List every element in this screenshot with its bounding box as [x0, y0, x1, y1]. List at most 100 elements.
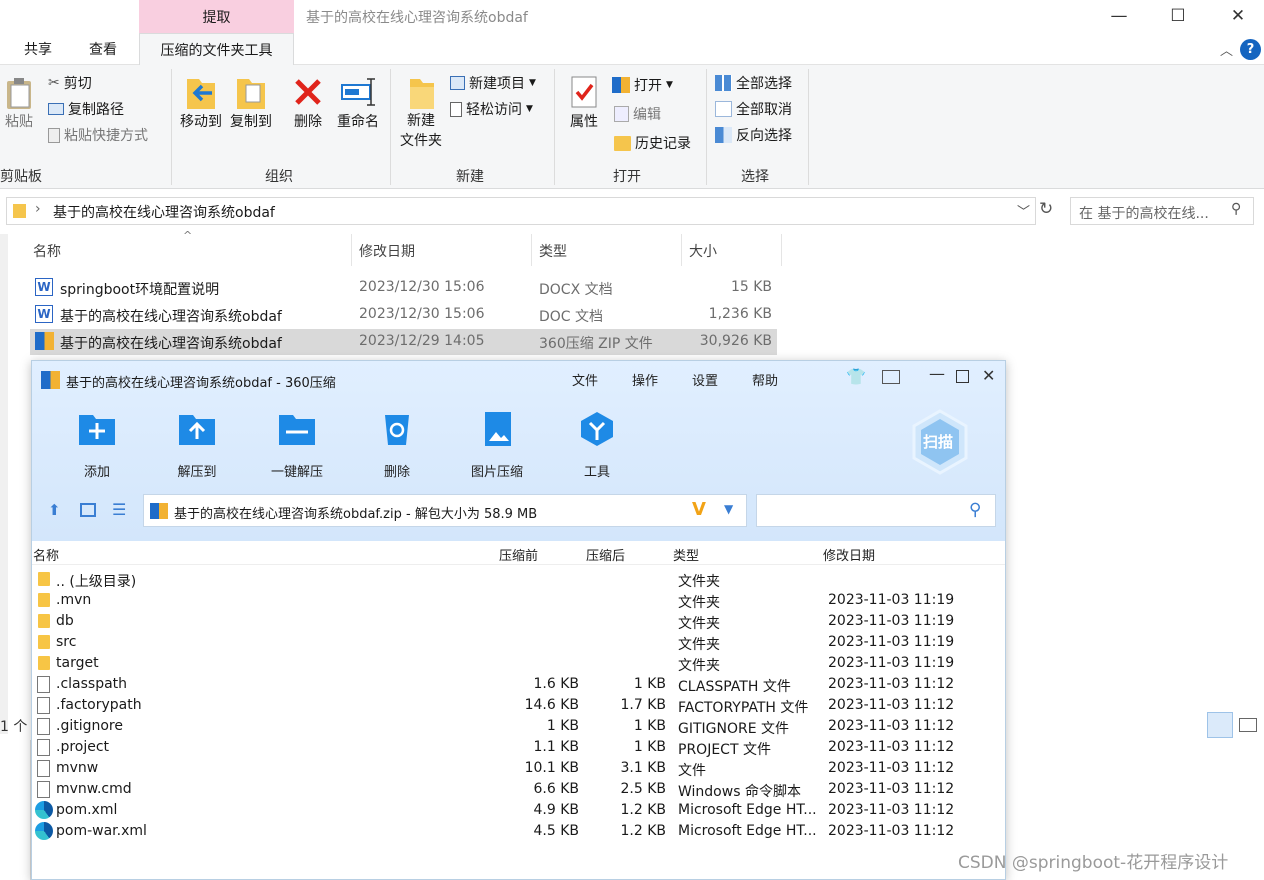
select-all-label: 全部选择	[736, 76, 792, 92]
zip-list-row[interactable]: db 文件夹 2023-11-03 11:19	[32, 611, 992, 632]
scan-button[interactable]: 扫描	[910, 409, 970, 475]
ribbon-tabs: 共享 查看 压缩的文件夹工具 ︿	[0, 33, 1264, 66]
menu-operation[interactable]: 操作	[632, 370, 658, 389]
rename-button[interactable]: 重命名	[333, 73, 383, 131]
zip-search-input[interactable]: ⚲	[756, 494, 996, 527]
column-header-name[interactable]: 名称	[33, 241, 61, 261]
zip-maximize-button[interactable]	[956, 370, 969, 383]
path-dropdown-icon[interactable]: ▼	[724, 502, 733, 516]
zip-column-after[interactable]: 压缩后	[586, 545, 625, 564]
copy-to-button[interactable]: 复制到	[226, 73, 276, 131]
zip-row-name: db	[56, 613, 74, 629]
breadcrumb[interactable]: 基于的高校在线心理咨询系统obdaf	[53, 202, 275, 222]
menu-settings[interactable]: 设置	[692, 370, 718, 389]
thumbnail-view-icon[interactable]	[80, 503, 96, 517]
add-button[interactable]: 添加	[62, 411, 132, 480]
column-divider[interactable]	[781, 234, 782, 266]
column-divider[interactable]	[681, 234, 682, 266]
zip-row-name: .gitignore	[56, 718, 123, 734]
menu-file[interactable]: 文件	[572, 370, 598, 389]
move-to-button[interactable]: 移动到	[176, 73, 226, 131]
zip-list-row[interactable]: .gitignore 1 KB 1 KB GITIGNORE 文件 2023-11-03…	[32, 716, 992, 737]
navigation-pane-scrollbar[interactable]	[0, 234, 8, 734]
zip-column-type[interactable]: 类型	[673, 545, 699, 564]
column-divider[interactable]	[531, 234, 532, 266]
collapse-ribbon-icon[interactable]: ︿	[1220, 40, 1233, 59]
zip-delete-button[interactable]: 删除	[362, 411, 432, 480]
zip-path-bar[interactable]: 基于的高校在线心理咨询系统obdaf.zip - 解包大小为 58.9 MB V…	[143, 494, 747, 527]
copy-folder-icon	[237, 79, 265, 109]
zip-list-row[interactable]: .classpath 1.6 KB 1 KB CLASSPATH 文件 2023-11-…	[32, 674, 992, 695]
address-bar[interactable]: › 基于的高校在线心理咨询系统obdaf ﹀	[6, 197, 1036, 225]
history-button[interactable]: 历史记录	[614, 133, 691, 153]
paste-shortcut-button[interactable]: 粘贴快捷方式	[48, 125, 148, 145]
zip-list-row[interactable]: pom.xml 4.9 KB 1.2 KB Microsoft Edge HT... 2…	[32, 800, 992, 821]
zip-list-row[interactable]: src 文件夹 2023-11-03 11:19	[32, 632, 992, 653]
column-header-date[interactable]: 修改日期	[359, 241, 415, 261]
large-icons-view-icon[interactable]	[1239, 718, 1257, 732]
title-bar: 提取 基于的高校在线心理咨询系统obdaf — ☐ ✕	[0, 0, 1264, 33]
column-header-type[interactable]: 类型	[539, 241, 567, 261]
zip-list-row[interactable]: .project 1.1 KB 1 KB PROJECT 文件 2023-11-03 1…	[32, 737, 992, 758]
skin-shirt-icon[interactable]: 👕	[846, 367, 866, 386]
v-logo-icon[interactable]: V	[692, 499, 706, 520]
zip-close-button[interactable]: ✕	[982, 366, 995, 385]
select-none-button[interactable]: 全部取消	[715, 99, 792, 119]
new-item-button[interactable]: 新建项目 ▼	[450, 73, 536, 93]
copy-path-button[interactable]: 复制路径	[48, 99, 124, 119]
zip-row-size-after: 1 KB	[633, 676, 666, 692]
one-click-extract-button[interactable]: 一键解压	[262, 411, 332, 480]
zip-minimize-button[interactable]: —	[929, 364, 945, 383]
window-title: 基于的高校在线心理咨询系统obdaf	[306, 10, 528, 26]
new-folder-button[interactable]: 新建 文件夹	[396, 73, 446, 151]
tab-compressed-folder-tools[interactable]: 压缩的文件夹工具	[139, 33, 294, 66]
file-row[interactable]: W 基于的高校在线心理咨询系统obdaf 2023/12/30 15:06 DO…	[30, 302, 777, 328]
open-button[interactable]: 打开 ▼	[612, 75, 673, 95]
tab-share[interactable]: 共享	[24, 39, 52, 59]
edit-button[interactable]: 编辑	[614, 104, 661, 124]
menu-help[interactable]: 帮助	[752, 370, 778, 389]
tools-button[interactable]: 工具	[562, 411, 632, 480]
paste-button[interactable]: 粘贴	[0, 75, 38, 131]
up-arrow-icon[interactable]: ⬆	[48, 501, 61, 519]
file-row[interactable]: W springboot环境配置说明 2023/12/30 15:06 DOCX…	[30, 275, 777, 301]
file-date: 2023/12/29 14:05	[359, 333, 485, 349]
refresh-icon[interactable]: ↻	[1039, 199, 1053, 219]
zip-list-row[interactable]: mvnw.cmd 6.6 KB 2.5 KB Windows 命令脚本 2023-11-…	[32, 779, 992, 800]
details-view-icon[interactable]	[1207, 712, 1233, 738]
zip-column-name[interactable]: 名称	[33, 545, 59, 564]
image-compress-button[interactable]: 图片压缩	[462, 411, 532, 480]
invert-selection-button[interactable]: 反向选择	[715, 125, 792, 145]
properties-button[interactable]: 属性	[562, 73, 606, 131]
address-dropdown-icon[interactable]: ﹀	[1017, 201, 1030, 220]
column-header-size[interactable]: 大小	[689, 241, 717, 261]
column-divider[interactable]	[351, 234, 352, 266]
feedback-icon[interactable]	[882, 370, 900, 384]
close-button[interactable]: ✕	[1226, 4, 1250, 28]
zip-row-type: 文件夹	[678, 658, 720, 674]
extract-to-button[interactable]: 解压到	[162, 411, 232, 480]
zip-list-row[interactable]: .. (上级目录) 文件夹	[32, 569, 992, 590]
zip-column-before[interactable]: 压缩前	[499, 545, 538, 564]
zip-column-date[interactable]: 修改日期	[823, 545, 875, 564]
zip-list-row[interactable]: .factorypath 14.6 KB 1.7 KB FACTORYPATH 文件 2…	[32, 695, 992, 716]
group-label-new: 新建	[456, 169, 484, 185]
cut-button[interactable]: ✂ 剪切	[48, 73, 92, 93]
folder-icon	[38, 635, 50, 649]
zip-list-row[interactable]: .mvn 文件夹 2023-11-03 11:19	[32, 590, 992, 611]
minimize-button[interactable]: —	[1107, 4, 1131, 28]
maximize-button[interactable]: ☐	[1166, 4, 1190, 28]
select-all-button[interactable]: 全部选择	[715, 73, 792, 93]
list-view-icon[interactable]: ☰	[112, 500, 126, 519]
extract-folder-icon	[179, 415, 215, 445]
help-icon[interactable]: ?	[1240, 39, 1261, 60]
easy-access-button[interactable]: 轻松访问 ▼	[450, 99, 533, 119]
file-row-selected[interactable]: 基于的高校在线心理咨询系统obdaf 2023/12/29 14:05 360压…	[30, 329, 777, 355]
zip-list-row[interactable]: pom-war.xml 4.5 KB 1.2 KB Microsoft Edge HT…	[32, 821, 992, 842]
zip-list-row[interactable]: target 文件夹 2023-11-03 11:19	[32, 653, 992, 674]
tab-view[interactable]: 查看	[89, 39, 117, 59]
folder-icon	[38, 614, 50, 628]
delete-button[interactable]: 删除	[286, 73, 330, 131]
zip-list-row[interactable]: mvnw 10.1 KB 3.1 KB 文件 2023-11-03 11:12	[32, 758, 992, 779]
search-input[interactable]: 在 基于的高校在线... ⚲	[1070, 197, 1254, 225]
